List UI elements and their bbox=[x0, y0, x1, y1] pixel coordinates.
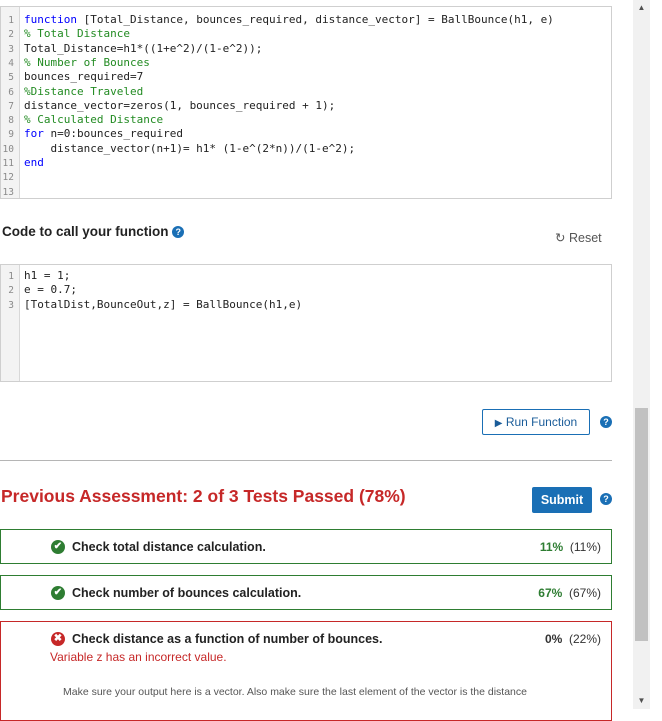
code-segment: h1 = 1; bbox=[24, 269, 71, 282]
run-function-button[interactable]: ▶ Run Function bbox=[482, 409, 590, 435]
code-text: Total_Distance=h1*((1+e^2)/(1-e^2)); bbox=[24, 42, 262, 56]
line-number: 1 bbox=[8, 15, 14, 26]
scrollbar-thumb[interactable] bbox=[635, 408, 648, 641]
code-text: e = 0.7; bbox=[24, 283, 77, 297]
code-line[interactable]: 3 [TotalDist,BounceOut,z] = BallBounce(h1… bbox=[1, 298, 611, 312]
code-line[interactable]: 5 bounces_required=7 bbox=[1, 70, 611, 84]
code-text: h1 = 1; bbox=[24, 269, 70, 283]
test-result-2: ✔ Check number of bounces calculation. 6… bbox=[0, 575, 612, 610]
line-number: 5 bbox=[8, 72, 14, 84]
line-number: 2 bbox=[8, 285, 14, 297]
code-line[interactable]: 2 % Total Distance bbox=[1, 27, 611, 41]
code-line[interactable]: 3 Total_Distance=h1*((1+e^2)/(1-e^2)); bbox=[1, 42, 611, 56]
code-comment: %Distance Traveled bbox=[24, 84, 144, 98]
code-text: % Number of Bounces bbox=[24, 56, 150, 70]
line-number: 11 bbox=[2, 158, 14, 169]
code-keyword: function bbox=[24, 13, 77, 26]
code-text: % Total Distance bbox=[24, 27, 130, 41]
line-number: 8 bbox=[8, 115, 14, 127]
code-line[interactable]: 13 bbox=[1, 185, 611, 199]
play-icon: ▶ bbox=[494, 418, 503, 429]
code-text: end bbox=[24, 156, 44, 170]
code-line[interactable]: 9 for n=0:bounces_required bbox=[1, 127, 611, 141]
code-comment: % Total Distance bbox=[24, 27, 130, 41]
code-text: [TotalDist,BounceOut,z] = BallBounce(h1,… bbox=[24, 298, 302, 312]
code-text: distance_vector=zeros(1, bounces_require… bbox=[24, 99, 335, 113]
check-icon: ✔ bbox=[51, 540, 65, 554]
check-icon: ✔ bbox=[51, 586, 65, 600]
scroll-down-arrow[interactable]: ▼ bbox=[633, 693, 650, 709]
test-score: 11% (11%) bbox=[539, 540, 601, 554]
test-name[interactable]: Check distance as a function of number o… bbox=[72, 632, 382, 646]
line-number: 1 bbox=[8, 271, 14, 282]
code-segment: [TotalDist,BounceOut,z] = BallBounce(h1,… bbox=[24, 297, 303, 311]
code-segment: e = 0.7; bbox=[24, 283, 77, 297]
code-segment: distance_vector=zeros(1, bounces_require… bbox=[24, 98, 336, 112]
reset-label: Reset bbox=[568, 231, 602, 245]
code-segment: bounces_required=7 bbox=[24, 70, 144, 84]
test-result-3: ✖ Check distance as a function of number… bbox=[0, 621, 612, 721]
submit-help-icon[interactable]: ? bbox=[600, 493, 612, 505]
code-line[interactable]: 1 function [Total_Distance, bounces_requi… bbox=[1, 13, 611, 27]
scroll-up-arrow[interactable]: ▲ bbox=[633, 0, 650, 16]
line-number: 9 bbox=[8, 129, 14, 141]
code-line[interactable]: 8 % Calculated Distance bbox=[1, 113, 611, 127]
code-text: distance_vector(n+1)= h1* (1-e^(2*n))/(1… bbox=[24, 142, 355, 156]
reset-button[interactable]: ↻ Reset bbox=[555, 230, 602, 245]
code-line[interactable]: 10 distance_vector(n+1)= h1* (1-e^(2*n))… bbox=[1, 142, 611, 156]
section-divider bbox=[0, 460, 612, 461]
run-help-icon[interactable]: ? bbox=[600, 416, 612, 428]
code-keyword: for bbox=[24, 127, 44, 141]
run-function-label: Run Function bbox=[505, 415, 578, 429]
line-number: 10 bbox=[2, 143, 14, 155]
test-score: 0% (22%) bbox=[544, 632, 601, 646]
code-text: function [Total_Distance, bounces_requir… bbox=[24, 13, 554, 27]
code-line[interactable]: 11 end bbox=[1, 156, 611, 170]
code-text: %Distance Traveled bbox=[24, 85, 143, 99]
test-name[interactable]: Check total distance calculation. bbox=[72, 540, 266, 554]
code-line[interactable]: 6 %Distance Traveled bbox=[1, 85, 611, 99]
code-comment: % Number of Bounces bbox=[24, 55, 150, 69]
code-keyword: end bbox=[24, 156, 44, 169]
code-line[interactable]: 1 h1 = 1; bbox=[1, 269, 611, 283]
line-number: 4 bbox=[8, 57, 14, 69]
line-number: 12 bbox=[2, 172, 14, 184]
code-segment: Total_Distance=h1*((1+e^2)/(1-e^2)); bbox=[24, 41, 263, 55]
code-segment: distance_vector(n+1)= h1* (1-e^(2*n))/(1… bbox=[24, 141, 356, 155]
code-text: bounces_required=7 bbox=[24, 70, 143, 84]
test-name[interactable]: Check number of bounces calculation. bbox=[72, 586, 301, 600]
test-feedback-note: Make sure your output here is a vector. … bbox=[63, 686, 527, 698]
function-code-editor[interactable]: 1 function [Total_Distance, bounces_requi… bbox=[0, 6, 612, 199]
code-segment: n=0:bounces_required bbox=[43, 127, 183, 141]
code-comment: % Calculated Distance bbox=[24, 113, 164, 127]
reset-icon: ↻ bbox=[555, 231, 566, 245]
code-line[interactable]: 7 distance_vector=zeros(1, bounces_requir… bbox=[1, 99, 611, 113]
line-number: 3 bbox=[8, 43, 14, 55]
error-icon: ✖ bbox=[51, 632, 65, 646]
line-number: 13 bbox=[2, 186, 14, 198]
line-number: 7 bbox=[8, 100, 14, 112]
code-text: % Calculated Distance bbox=[24, 113, 163, 127]
code-line[interactable]: 2 e = 0.7; bbox=[1, 283, 611, 297]
code-line[interactable]: 12 bbox=[1, 170, 611, 184]
test-error-message: Variable z has an incorrect value. bbox=[50, 650, 227, 664]
code-line[interactable]: 4 % Number of Bounces bbox=[1, 56, 611, 70]
call-section-title: Code to call your function ? bbox=[2, 224, 185, 239]
line-number: 3 bbox=[8, 299, 14, 311]
call-code-editor[interactable]: 1 h1 = 1; 2 e = 0.7; 3 [TotalDist,BounceOut,z… bbox=[0, 264, 612, 382]
assessment-title: Previous Assessment: 2 of 3 Tests Passed… bbox=[1, 486, 406, 506]
code-segment: [Total_Distance, bounces_required, dista… bbox=[76, 13, 554, 26]
line-number: 6 bbox=[8, 86, 14, 98]
test-score: 67% (67%) bbox=[538, 586, 601, 600]
line-number: 2 bbox=[8, 29, 14, 41]
submit-button[interactable]: Submit bbox=[532, 487, 592, 513]
test-result-1: ✔ Check total distance calculation. 11% … bbox=[0, 529, 612, 564]
help-icon[interactable]: ? bbox=[172, 226, 185, 239]
code-text: for n=0:bounces_required bbox=[24, 127, 183, 141]
